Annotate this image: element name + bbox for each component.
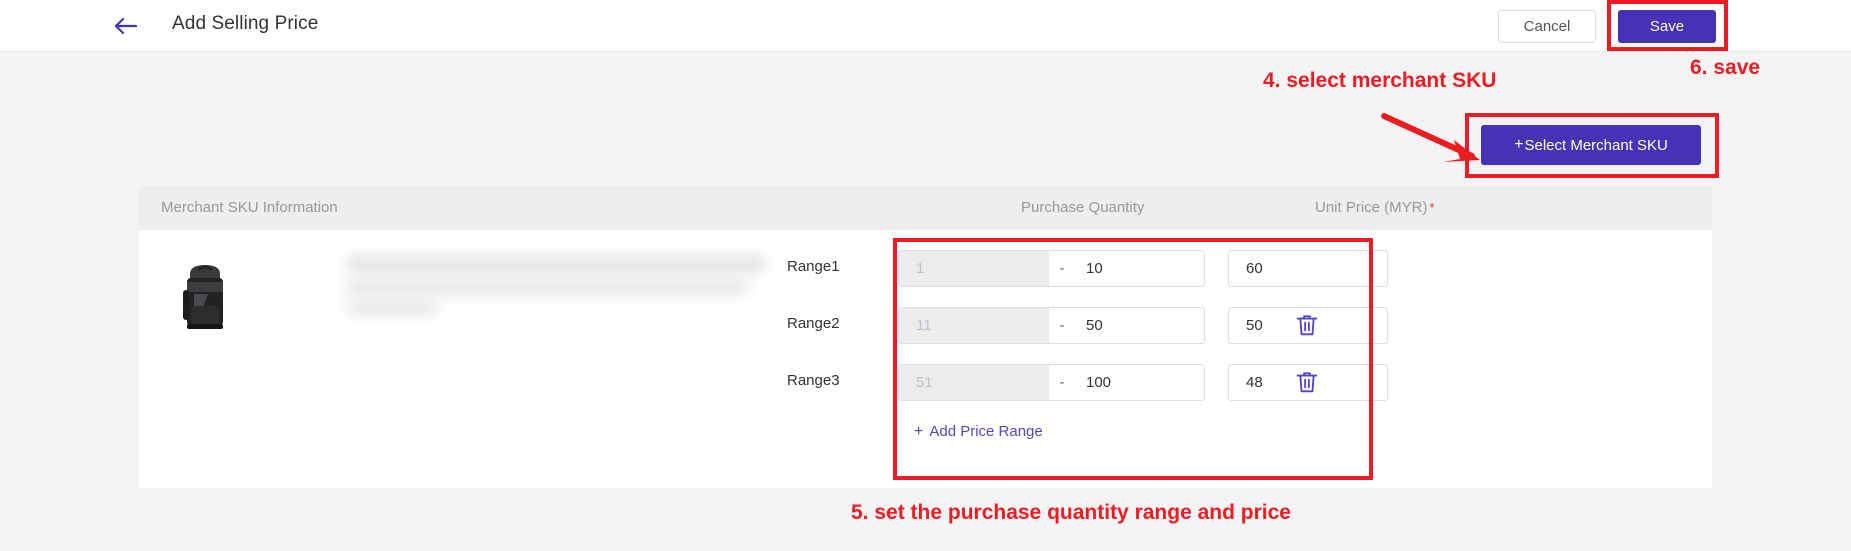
annotation-arrow-to-sku-button — [1381, 113, 1480, 162]
range-label: Range2 — [787, 315, 840, 332]
quantity-range-input-group[interactable]: 11 - 50 — [898, 307, 1205, 344]
range-dash: - — [1059, 317, 1065, 334]
column-header-unit-price: Unit Price (MYR) * — [1315, 199, 1435, 216]
page-title: Add Selling Price — [172, 13, 319, 34]
trash-glyph — [1296, 372, 1318, 393]
add-price-range-label: Add Price Range — [929, 423, 1043, 440]
plus-icon: + — [1514, 136, 1524, 153]
table-header-row: Merchant SKU Information Purchase Quanti… — [139, 186, 1712, 230]
arrow-left-glyph — [114, 17, 138, 35]
quantity-range-input-group[interactable]: 1 - 10 — [898, 250, 1205, 287]
quantity-max-input[interactable]: 100 — [1075, 365, 1204, 400]
price-range-row: Range2 11 - 50 50 — [139, 307, 1712, 344]
plus-icon: + — [914, 423, 924, 440]
quantity-min-input: 51 — [899, 365, 1049, 400]
select-merchant-sku-button[interactable]: + Select Merchant SKU — [1481, 125, 1701, 165]
range-dash: - — [1059, 374, 1065, 391]
annotation-step-4: 4. select merchant SKU — [1263, 69, 1497, 92]
quantity-min-input: 1 — [899, 251, 1049, 286]
unit-price-text: Unit Price (MYR) — [1315, 199, 1428, 216]
annotation-step-5: 5. set the purchase quantity range and p… — [851, 501, 1291, 524]
required-marker: * — [1429, 200, 1435, 215]
sku-price-table: Merchant SKU Information Purchase Quanti… — [139, 186, 1712, 488]
quantity-max-input[interactable]: 50 — [1075, 308, 1204, 343]
unit-price-input[interactable]: 60 — [1228, 250, 1388, 287]
price-range-row: Range1 1 - 10 60 — [139, 250, 1712, 287]
annotation-step-6: 6. save — [1690, 56, 1761, 79]
price-range-row: Range3 51 - 100 48 — [139, 364, 1712, 401]
trash-icon[interactable] — [1293, 311, 1321, 339]
trash-icon[interactable] — [1293, 368, 1321, 396]
column-header-purchase-quantity: Purchase Quantity — [1021, 199, 1145, 216]
quantity-min-input: 11 — [899, 308, 1049, 343]
app-root: Add Selling Price Cancel Save + Select M… — [0, 0, 1851, 551]
add-price-range-link[interactable]: + Add Price Range — [914, 423, 1043, 441]
save-button[interactable]: Save — [1618, 10, 1716, 43]
quantity-max-input[interactable]: 10 — [1075, 251, 1204, 286]
arrow-left-icon[interactable] — [113, 14, 139, 38]
cancel-button[interactable]: Cancel — [1498, 10, 1596, 43]
quantity-range-input-group[interactable]: 51 - 100 — [898, 364, 1205, 401]
range-label: Range3 — [787, 372, 840, 389]
trash-glyph — [1296, 315, 1318, 336]
top-bar: Add Selling Price Cancel Save — [0, 0, 1851, 52]
range-label: Range1 — [787, 258, 840, 275]
column-header-sku-information: Merchant SKU Information — [161, 199, 338, 216]
select-merchant-sku-label: Select Merchant SKU — [1524, 136, 1668, 154]
table-row: Range1 1 - 10 60 Range2 11 - 50 50 Range… — [139, 230, 1712, 488]
range-dash: - — [1059, 260, 1065, 277]
